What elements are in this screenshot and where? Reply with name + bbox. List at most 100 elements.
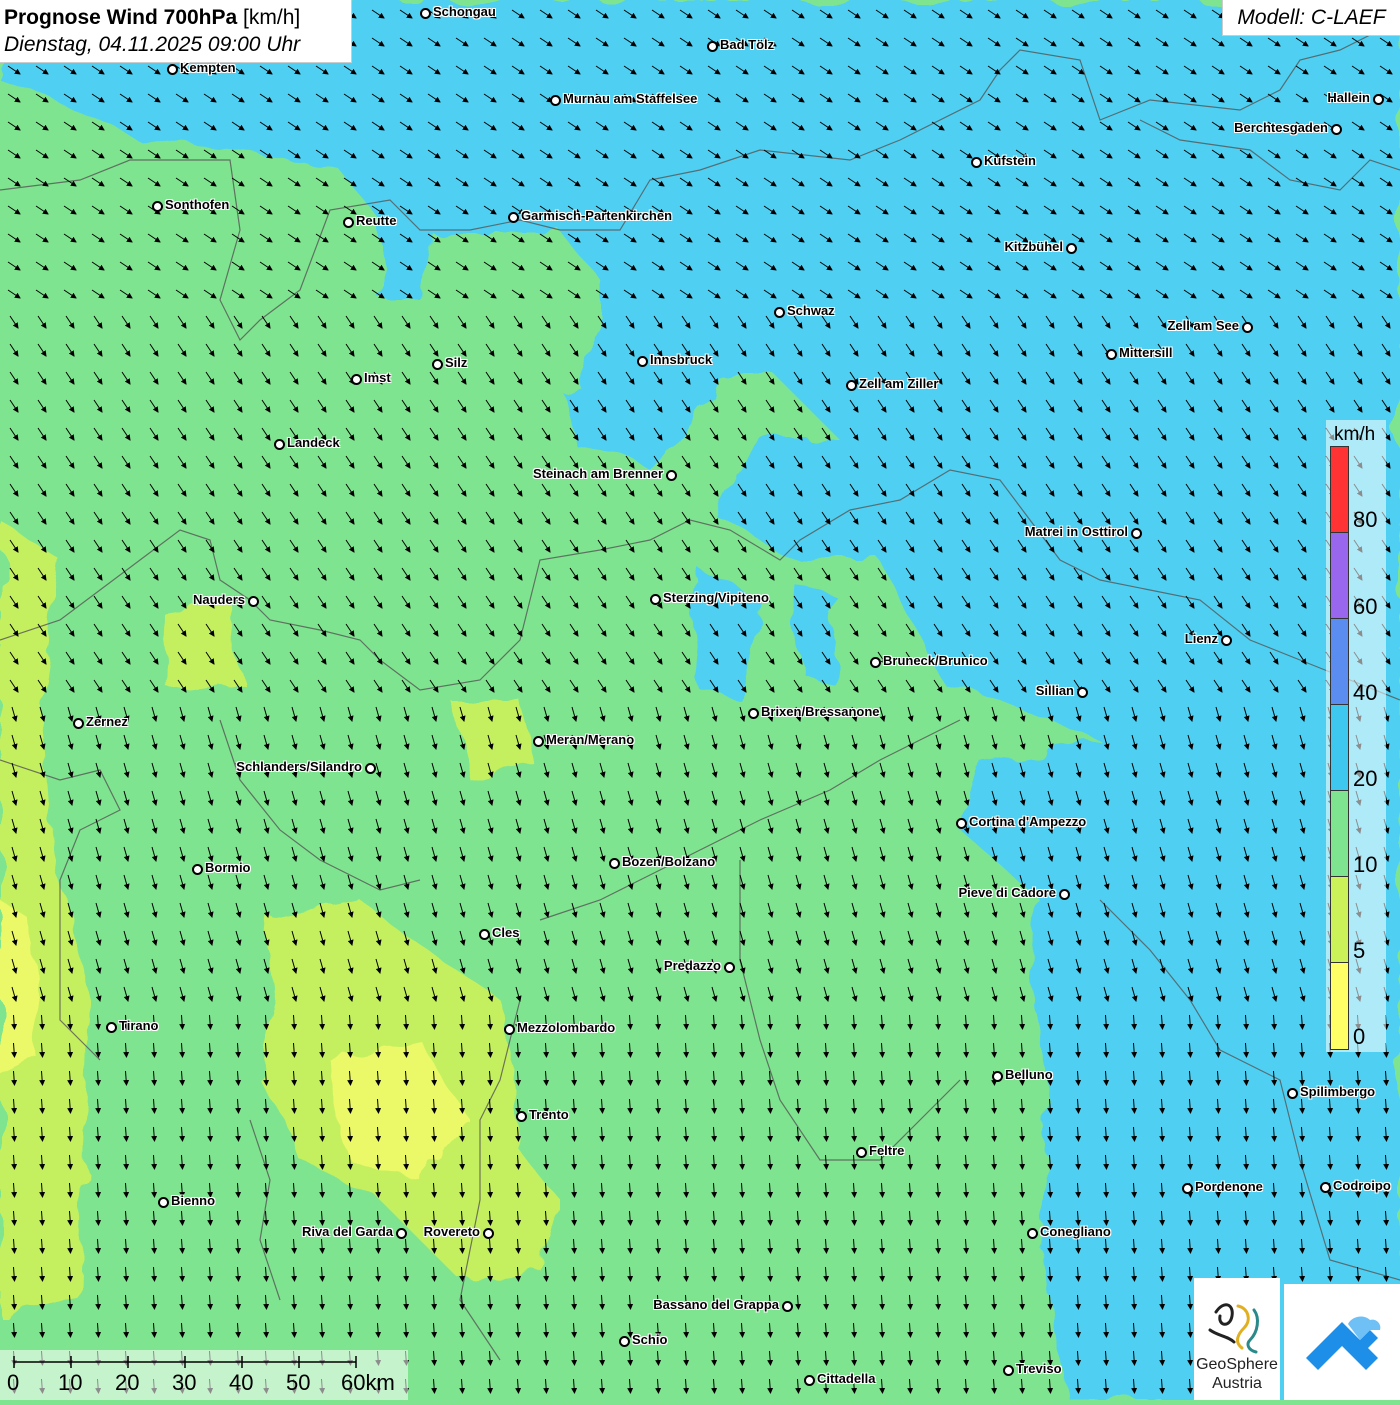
city-label: Berchtesgaden [1234, 120, 1328, 135]
city-label: Spilimbergo [1300, 1084, 1376, 1099]
city-dot-icon [774, 307, 785, 318]
city-dot-icon [1242, 322, 1253, 333]
city-label: Bad Tölz [720, 37, 775, 52]
city-dot-icon [274, 439, 285, 450]
city-dot-icon [1182, 1183, 1193, 1194]
city-label: Feltre [869, 1143, 905, 1158]
geosphere-logo[interactable]: GeoSphere Austria [1194, 1278, 1280, 1400]
city-label: Steinach am Brenner [532, 466, 663, 481]
city-dot-icon [666, 470, 677, 481]
city-dot-icon [483, 1228, 494, 1239]
city-label: Rovereto [423, 1224, 480, 1239]
city-dot-icon [343, 217, 354, 228]
city-label: Innsbruck [650, 352, 713, 367]
legend-tick: 20 [1353, 766, 1378, 791]
cloud-arrow-icon [1306, 1316, 1381, 1370]
city-dot-icon [1059, 889, 1070, 900]
legend-band-40-60 [1330, 618, 1349, 705]
city-dot-icon [1287, 1088, 1298, 1099]
city-dot-icon [167, 64, 178, 75]
city-dot-icon [508, 212, 519, 223]
city-dot-icon [1320, 1182, 1331, 1193]
city-dot-icon [1131, 528, 1142, 539]
scale-label: 30 [172, 1370, 197, 1395]
city-label: Sterzing/Vipiteno [663, 590, 769, 605]
city-label: Zell am See [1167, 318, 1239, 333]
legend-band-60-80 [1330, 532, 1349, 619]
city-label: Bormio [205, 860, 251, 875]
city-label: Imst [364, 370, 391, 385]
city-label: Schlanders/Silandro [236, 759, 362, 774]
city-dot-icon [1106, 349, 1117, 360]
model-label: Modell: C-LAEF [1222, 0, 1400, 36]
city-label: Meran/Merano [546, 732, 635, 747]
logo-name-line1: GeoSphere [1196, 1356, 1278, 1373]
city-label: Kempten [180, 60, 236, 75]
city-label: Conegliano [1040, 1224, 1111, 1239]
city-label: Schwaz [787, 303, 835, 318]
city-label: Schongau [433, 4, 496, 19]
city-label: Sillian [1035, 683, 1074, 698]
logo-name-line2: Austria [1212, 1375, 1262, 1392]
geosphere-emblem-icon [1208, 1303, 1259, 1354]
title-unit: [km/h] [243, 6, 301, 29]
city-dot-icon [992, 1071, 1003, 1082]
scale-label: 50 [286, 1370, 311, 1395]
legend-band-0-5 [1330, 962, 1349, 1050]
city-label: Schio [632, 1332, 668, 1347]
city-dot-icon [1221, 635, 1232, 646]
city-dot-icon [782, 1301, 793, 1312]
city-dot-icon [971, 157, 982, 168]
city-label: Bozen/Bolzano [622, 854, 716, 869]
city-dot-icon [609, 858, 620, 869]
city-label: Bassano del Grappa [653, 1297, 779, 1312]
city-dot-icon [533, 736, 544, 747]
city-dot-icon [158, 1197, 169, 1208]
city-dot-icon [856, 1147, 867, 1158]
city-dot-icon [152, 201, 163, 212]
city-label: Trento [529, 1107, 569, 1122]
city-label: Pordenone [1195, 1179, 1263, 1194]
city-dot-icon [396, 1228, 407, 1239]
city-label: Cittadella [817, 1371, 876, 1386]
city-dot-icon [1077, 687, 1088, 698]
city-dot-icon [1066, 243, 1077, 254]
title-line: Prognose Wind 700hPa [km/h] [4, 4, 351, 31]
legend-tick: 60 [1353, 594, 1378, 619]
city-label: Tirano [119, 1018, 159, 1033]
city-label: Kitzbühel [1004, 239, 1064, 254]
city-dot-icon [106, 1022, 117, 1033]
app-logo[interactable] [1284, 1284, 1400, 1400]
legend-tick: 40 [1353, 680, 1378, 705]
city-dot-icon [365, 763, 376, 774]
city-label: Brixen/Bressanone [761, 704, 880, 719]
city-dot-icon [351, 374, 362, 385]
city-label: Garmisch-Partenkirchen [521, 208, 673, 223]
city-dot-icon [619, 1336, 630, 1347]
city-label: Reutte [356, 213, 397, 228]
city-dot-icon [748, 708, 759, 719]
scale-bar: 0 10 20 30 40 50 60km [0, 1350, 408, 1400]
city-dot-icon [956, 818, 967, 829]
city-label: Murnau am Staffelsee [563, 91, 698, 106]
city-label: Hallein [1327, 90, 1370, 105]
city-dot-icon [650, 594, 661, 605]
city-dot-icon [73, 718, 84, 729]
city-label: Bienno [171, 1193, 216, 1208]
title-panel: Prognose Wind 700hPa [km/h] Dienstag, 04… [0, 0, 352, 63]
city-dot-icon [1331, 124, 1342, 135]
legend-band-80-plus [1330, 446, 1349, 533]
city-label: Riva del Garda [301, 1224, 393, 1239]
city-dot-icon [420, 8, 431, 19]
scale-label: 40 [229, 1370, 254, 1395]
legend-band-5-10 [1330, 876, 1349, 963]
scale-label: 10 [58, 1370, 83, 1395]
legend-band-20-40 [1330, 704, 1349, 791]
city-dot-icon [504, 1024, 515, 1035]
city-label: Belluno [1005, 1067, 1053, 1082]
legend-tick: 10 [1353, 852, 1378, 877]
forecast-datetime: Dienstag, 04.11.2025 09:00 Uhr [4, 33, 301, 56]
city-label: Zell am Ziller [859, 376, 939, 391]
city-dot-icon [432, 359, 443, 370]
city-dot-icon [248, 596, 259, 607]
